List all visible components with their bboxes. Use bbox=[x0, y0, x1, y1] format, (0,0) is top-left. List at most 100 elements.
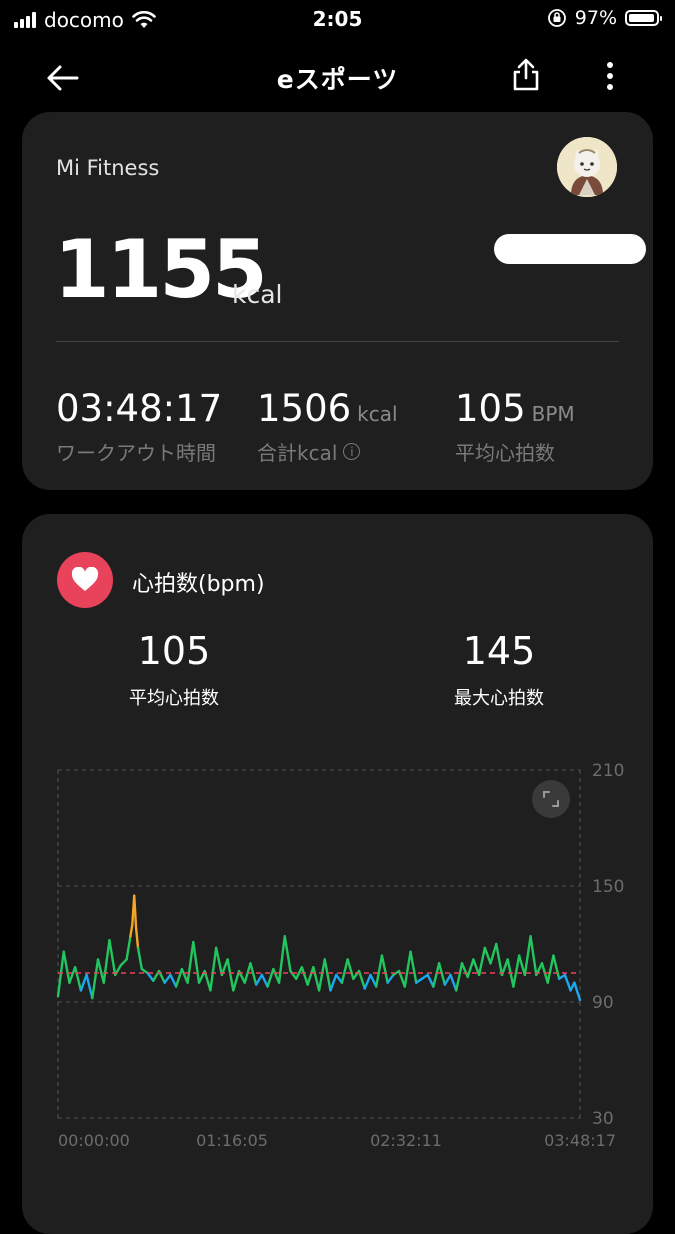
heart-rate-segment bbox=[260, 973, 269, 988]
heart-rate-segment bbox=[517, 954, 527, 977]
x-tick-label: 02:32:11 bbox=[370, 1131, 442, 1150]
heart-rate-segment bbox=[386, 973, 395, 984]
heart-rate-segment bbox=[375, 954, 384, 988]
x-tick-label: 03:48:17 bbox=[544, 1131, 616, 1150]
heart-rate-segment bbox=[68, 966, 77, 984]
redaction-bar bbox=[494, 234, 646, 264]
heart-rate-segment bbox=[226, 958, 235, 992]
y-tick-label: 150 bbox=[592, 877, 624, 897]
stat-value: 03:48:17 bbox=[56, 387, 223, 430]
heart-rate-chart: 210 150 90 30 00:00:00 01:16:05 02:32:11 03:48:… bbox=[56, 761, 624, 1150]
heart-rate-segment bbox=[174, 967, 184, 988]
heart-rate-segment bbox=[91, 958, 100, 1000]
heart-rate-segment bbox=[136, 946, 144, 971]
heart-rate-segment bbox=[523, 935, 532, 977]
heart-rate-segment bbox=[466, 958, 475, 979]
heart-rate-segment bbox=[306, 966, 315, 986]
heart-rate-segment bbox=[289, 969, 298, 980]
y-tick-label: 90 bbox=[592, 993, 614, 1013]
heart-rate-segment bbox=[232, 969, 241, 992]
heart-rate-segment bbox=[529, 935, 538, 977]
heart-rate-segment bbox=[125, 935, 132, 961]
heart-rate-segment bbox=[96, 958, 105, 984]
status-bar: docomo 2:05 97% bbox=[0, 0, 675, 40]
heart-rate-segment bbox=[129, 923, 134, 938]
heart-rate-segment bbox=[552, 954, 561, 980]
heart-rate-segment bbox=[380, 954, 389, 984]
heart-rate-segment bbox=[340, 958, 349, 984]
heart-rate-segment bbox=[186, 940, 195, 984]
battery-percent: 97% bbox=[574, 7, 617, 29]
divider bbox=[56, 341, 619, 342]
stat-label: 合計kcal bbox=[257, 441, 338, 465]
heart-rate-segment bbox=[573, 981, 582, 1002]
heart-rate-segment bbox=[102, 938, 111, 984]
heart-rate-segment bbox=[266, 967, 275, 988]
info-icon[interactable]: i bbox=[343, 443, 361, 460]
heart-rate-segment bbox=[432, 962, 441, 988]
app-header: eスポーツ bbox=[0, 40, 675, 116]
more-options-icon[interactable] bbox=[598, 60, 622, 92]
heart-rate-segment bbox=[449, 973, 458, 992]
orientation-lock-icon bbox=[547, 9, 566, 27]
share-icon[interactable] bbox=[510, 58, 542, 92]
battery-icon bbox=[625, 10, 662, 26]
heart-rate-segment bbox=[512, 954, 521, 988]
heart-rate-segment bbox=[56, 950, 65, 998]
heart-rate-segment bbox=[300, 966, 309, 986]
heart-rate-segment bbox=[495, 942, 504, 977]
heart-rate-segment bbox=[329, 973, 338, 992]
heart-rate-segment bbox=[108, 938, 117, 977]
heart-rate-segment bbox=[460, 962, 469, 979]
heart-rate-segment bbox=[437, 962, 447, 986]
heart-rate-segment bbox=[455, 962, 464, 992]
heart-rate-segment bbox=[346, 958, 355, 980]
heart-rate-segment bbox=[119, 958, 128, 967]
heart-rate-segment bbox=[477, 946, 487, 977]
status-right: 97% bbox=[547, 7, 662, 29]
y-tick-label: 30 bbox=[592, 1109, 614, 1129]
expand-chart-button[interactable] bbox=[532, 780, 570, 818]
y-tick-label: 210 bbox=[592, 761, 624, 781]
heart-rate-segment bbox=[317, 958, 326, 992]
stat-label: ワークアウト時間 bbox=[56, 441, 216, 465]
heart-rate-segment bbox=[409, 950, 418, 984]
stat-total-kcal: 1506 kcal 合計kcal i bbox=[257, 390, 398, 466]
expand-icon bbox=[543, 791, 559, 807]
heart-rate-segment bbox=[363, 973, 372, 990]
active-calories-unit: kcal bbox=[232, 280, 283, 309]
heart-rate-segment bbox=[443, 973, 452, 986]
stat-workout-time: 03:48:17 ワークアウト時間 bbox=[56, 390, 222, 466]
x-tick-label: 01:16:05 bbox=[196, 1131, 268, 1150]
stat-unit: BPM bbox=[531, 402, 575, 426]
heart-rate-segment bbox=[403, 950, 412, 988]
heart-rate-segment bbox=[146, 971, 155, 982]
x-tick-label: 00:00:00 bbox=[58, 1131, 130, 1150]
heart-rate-segment bbox=[563, 973, 572, 992]
heart-rate-segment bbox=[214, 946, 224, 977]
heart-rate-segment bbox=[277, 935, 286, 984]
heart-rate-segment bbox=[192, 940, 201, 984]
stat-avg-heart-rate: 105 BPM 平均心拍数 bbox=[455, 390, 575, 466]
heart-rate-segment bbox=[426, 973, 435, 988]
heart-rate-segment bbox=[489, 942, 498, 965]
heart-rate-segment bbox=[483, 946, 492, 965]
heart-rate-segment bbox=[203, 969, 212, 992]
stat-label: 平均心拍数 bbox=[455, 441, 555, 465]
heart-rate-segment bbox=[169, 973, 178, 988]
heart-rate-card: 心拍数(bpm) 105 平均心拍数 145 最大心拍数 210 150 90 30 0… bbox=[22, 514, 653, 1234]
page-title: eスポーツ bbox=[276, 65, 399, 94]
avatar[interactable] bbox=[557, 137, 617, 197]
heart-rate-segment bbox=[254, 973, 264, 986]
heart-rate-segment bbox=[163, 973, 172, 984]
workout-summary-card: Mi Fitness 1155 kcal 03:48:17 ワークアウト時間 1… bbox=[22, 112, 653, 490]
heart-rate-segment bbox=[312, 966, 321, 992]
heart-rate-segment bbox=[134, 927, 140, 950]
heart-rate-segment bbox=[133, 894, 138, 930]
heart-rate-segment bbox=[249, 962, 258, 986]
stat-value: 1506 bbox=[257, 387, 352, 430]
heart-rate-segment bbox=[85, 973, 94, 1000]
stat-unit: kcal bbox=[357, 402, 398, 426]
heart-rate-segment bbox=[62, 950, 71, 984]
heart-rate-segment bbox=[209, 946, 218, 992]
